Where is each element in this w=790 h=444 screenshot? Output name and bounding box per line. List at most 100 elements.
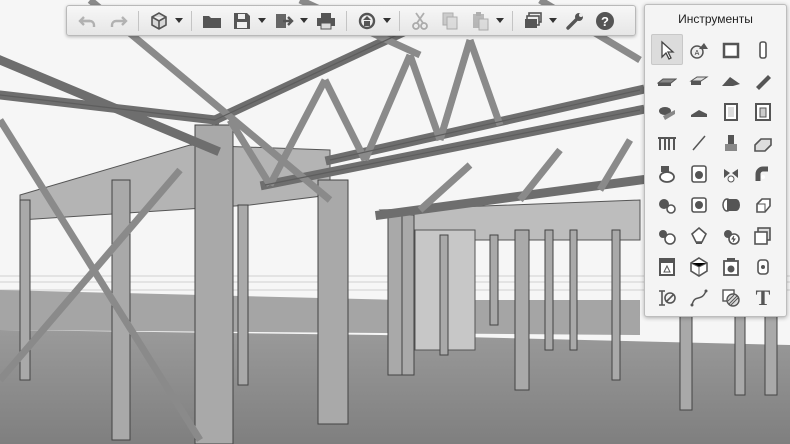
tool-door[interactable]: [715, 96, 747, 127]
tool-device[interactable]: [747, 251, 779, 282]
line-icon: [692, 135, 706, 150]
svg-text:A: A: [695, 50, 700, 57]
door-icon: [724, 102, 738, 121]
text-icon: T: [755, 284, 771, 310]
tool-frame-door[interactable]: [747, 96, 779, 127]
tool-sprinkler[interactable]: [651, 220, 683, 251]
tool-camera-box[interactable]: [715, 251, 747, 282]
lamp-icon: [691, 226, 707, 244]
tool-roof-slab[interactable]: [683, 65, 715, 96]
export-dropdown[interactable]: [299, 8, 309, 34]
tool-hatch[interactable]: [715, 282, 747, 313]
duct-icon: [722, 197, 740, 212]
toilet-icon: [659, 165, 675, 183]
curve-icon: [690, 289, 708, 306]
tool-valve[interactable]: [715, 158, 747, 189]
duct-elbow-icon: [756, 197, 771, 213]
tool-pump[interactable]: [651, 189, 683, 220]
undo-button[interactable]: [75, 8, 101, 34]
railing-icon: [658, 136, 676, 150]
tool-text[interactable]: T: [747, 282, 779, 313]
tool-slab[interactable]: [651, 65, 683, 96]
paste-icon: [473, 11, 489, 30]
tool-pipe[interactable]: [747, 158, 779, 189]
tool-curtain-wall[interactable]: [651, 96, 683, 127]
tool-panel[interactable]: [747, 220, 779, 251]
tool-polyhedron[interactable]: [683, 251, 715, 282]
help-button[interactable]: ?: [592, 8, 618, 34]
open-button[interactable]: [199, 8, 225, 34]
tools-panel: Инструменты AT: [644, 4, 787, 317]
tool-duct-elbow[interactable]: [747, 189, 779, 220]
tool-washer[interactable]: [683, 158, 715, 189]
copy-button[interactable]: [437, 8, 463, 34]
save-dropdown[interactable]: [257, 8, 267, 34]
save-button[interactable]: [229, 8, 255, 34]
view-cube-button[interactable]: [146, 8, 172, 34]
chevron-down-icon: [496, 17, 504, 23]
window-icon: [722, 42, 740, 58]
layers-dropdown[interactable]: [548, 8, 558, 34]
redo-button[interactable]: [105, 8, 131, 34]
tool-beam[interactable]: [747, 65, 779, 96]
tool-window[interactable]: [715, 34, 747, 65]
save-icon: [234, 12, 250, 29]
copy-icon: [442, 12, 458, 29]
frame-door-icon: [755, 102, 771, 121]
open-folder-icon: [203, 15, 221, 28]
tool-line[interactable]: [683, 127, 715, 158]
undo-icon: [78, 15, 96, 27]
panel-icon: [754, 226, 771, 245]
paste-dropdown[interactable]: [495, 8, 505, 34]
dimension-icon: [659, 289, 676, 306]
beam-icon: [756, 74, 771, 90]
tool-pointer-arrow[interactable]: [651, 34, 683, 65]
tool-roof[interactable]: [715, 65, 747, 96]
tool-fitting[interactable]: [747, 127, 779, 158]
settings-button[interactable]: [562, 8, 588, 34]
roof-slab-icon: [689, 76, 709, 85]
view-cube-dropdown[interactable]: [174, 8, 184, 34]
tool-chair[interactable]: [715, 127, 747, 158]
tool-curve[interactable]: [683, 282, 715, 313]
sync-icon: [358, 12, 376, 29]
help-icon: ?: [596, 11, 614, 30]
tool-shapes[interactable]: A: [683, 34, 715, 65]
fan-icon: [691, 196, 707, 213]
sync-dropdown[interactable]: [382, 8, 392, 34]
toolbar-separator: [512, 10, 513, 31]
tool-dimension[interactable]: [651, 282, 683, 313]
layers-button[interactable]: [520, 8, 546, 34]
tool-duct[interactable]: [715, 189, 747, 220]
pointer-arrow-icon: [661, 40, 675, 60]
tool-lamp[interactable]: [683, 220, 715, 251]
tool-cabinet[interactable]: [651, 251, 683, 282]
print-button[interactable]: [313, 8, 339, 34]
tool-electric[interactable]: [715, 220, 747, 251]
toolbar-separator: [191, 10, 192, 31]
pipe-icon: [755, 166, 768, 181]
tool-stair[interactable]: [683, 96, 715, 127]
curtain-wall-icon: [659, 106, 675, 120]
svg-text:?: ?: [601, 14, 609, 29]
hatch-icon: [722, 288, 740, 307]
tool-toilet[interactable]: [651, 158, 683, 189]
stair-icon: [691, 109, 707, 117]
chevron-down-icon: [300, 17, 308, 23]
roof-icon: [722, 76, 740, 86]
fitting-icon: [754, 137, 772, 152]
chevron-down-icon: [383, 17, 391, 23]
cut-button[interactable]: [407, 8, 433, 34]
paste-button[interactable]: [467, 8, 493, 34]
sync-button[interactable]: [354, 8, 380, 34]
chevron-down-icon: [175, 17, 183, 23]
device-icon: [757, 258, 769, 275]
washer-icon: [691, 164, 707, 183]
chair-icon: [725, 134, 737, 151]
tool-railing[interactable]: [651, 127, 683, 158]
camera-box-icon: [723, 257, 739, 276]
view-cube-icon: [151, 11, 167, 30]
export-button[interactable]: [271, 8, 297, 34]
tool-fan[interactable]: [683, 189, 715, 220]
tool-column[interactable]: [747, 34, 779, 65]
